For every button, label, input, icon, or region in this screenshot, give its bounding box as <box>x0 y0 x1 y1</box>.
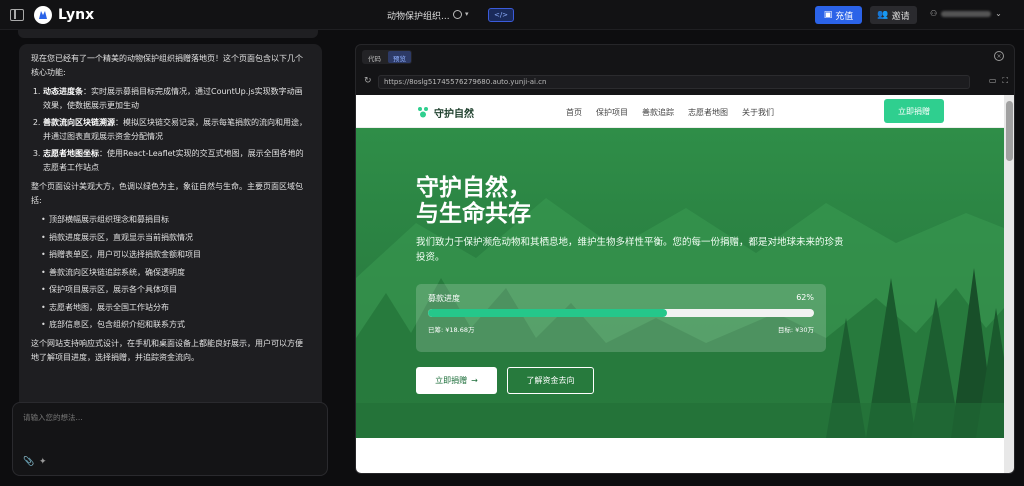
attach-icon[interactable]: 📎 <box>23 457 34 467</box>
hero-section: 守护自然， 与生命共存 我们致力于保护濒危动物和其栖息地，维护生物多样性平衡。您… <box>356 128 1004 438</box>
code-view-button[interactable]: </> <box>488 8 514 22</box>
site-nav: 守护自然 首页 保护项目 善款追踪 志愿者地图 关于我们 立即捐赠 <box>356 95 1004 128</box>
nav-link-volunteer-map[interactable]: 志愿者地图 <box>688 107 728 118</box>
invite-button[interactable]: 👥 邀请 <box>870 6 917 24</box>
user-icon: ⚇ <box>930 9 938 18</box>
nav-link-about[interactable]: 关于我们 <box>742 107 774 118</box>
list-item: 底部信息区，包含组织介绍和联系方式 <box>41 318 310 332</box>
tab-preview[interactable]: 预览 <box>388 51 411 63</box>
donate-now-nav-button[interactable]: 立即捐赠 <box>884 99 944 123</box>
reload-icon[interactable]: ↻ <box>364 76 372 86</box>
paw-icon <box>418 107 428 118</box>
donate-now-button[interactable]: 立即捐赠 → <box>416 367 497 394</box>
brand-name: Lynx <box>58 6 95 23</box>
list-item: 善款流向区块链溯源：模拟区块链交易记录，展示每笔捐款的流向和用途，并通过图表直观… <box>43 116 310 144</box>
assistant-message: 现在您已经有了一个精美的动物保护组织捐赠落地页！这个页面包含以下几个核心功能: … <box>19 44 322 420</box>
feature-title: 志愿者地图坐标 <box>43 149 99 158</box>
recharge-label: 充值 <box>835 11 854 22</box>
chat-panel: 现在您已经有了一个精美的动物保护组织捐赠落地页！这个页面包含以下几个核心功能: … <box>0 30 340 486</box>
goal-amount: 目标: ¥30万 <box>777 326 814 334</box>
nav-link-tracking[interactable]: 善款追踪 <box>642 107 674 118</box>
progress-track <box>428 309 814 317</box>
invite-label: 邀请 <box>891 11 910 22</box>
section-list: 顶部横幅展示组织理念和募捐目标 捐款进度展示区，直观显示当前捐款情况 捐赠表单区… <box>31 213 310 332</box>
user-menu[interactable]: ⚇ ⌄ <box>930 9 1002 18</box>
url-bar[interactable]: https://8oslg51745576279680.auto.yunji-a… <box>378 75 970 89</box>
preview-scrollbar[interactable] <box>1004 95 1014 473</box>
previous-message-edge <box>18 30 318 38</box>
list-item: 捐赠表单区，用户可以选择捐款金额和项目 <box>41 248 310 262</box>
progress-percent: 62% <box>796 293 814 302</box>
list-item: 志愿者地图坐标：使用React-Leaflet实现的交互式地图，展示全国各地的志… <box>43 147 310 175</box>
feature-title: 善款流向区块链溯源 <box>43 118 115 127</box>
nav-link-projects[interactable]: 保护项目 <box>596 107 628 118</box>
sidebar-toggle-icon[interactable] <box>10 8 24 21</box>
website-preview: 守护自然 首页 保护项目 善款追踪 志愿者地图 关于我们 立即捐赠 守护自然， … <box>356 95 1004 473</box>
wallet-icon: ▣ <box>823 10 833 20</box>
preview-panel: 代码 预览 × ↻ https://8oslg51745576279680.au… <box>355 44 1015 474</box>
donation-progress-card: 募款进度 62% 已筹: ¥18.68万 目标: ¥30万 <box>416 284 826 352</box>
raised-amount: 已筹: ¥18.68万 <box>428 326 475 334</box>
hero-title-line2: 与生命共存 <box>416 201 531 227</box>
url-row: ↻ https://8oslg51745576279680.auto.yunji… <box>356 72 1014 92</box>
lynx-logo <box>34 5 52 24</box>
list-item: 捐款进度展示区，直观显示当前捐款情况 <box>41 231 310 245</box>
message-closing: 这个网站支持响应式设计，在手机和桌面设备上都能良好展示，用户可以方便地了解项目进… <box>31 339 303 362</box>
scrollbar-thumb[interactable] <box>1006 101 1013 161</box>
site-nav-links: 首页 保护项目 善款追踪 志愿者地图 关于我们 <box>566 107 774 118</box>
chevron-down-icon[interactable]: ▾ <box>465 10 469 18</box>
list-item: 保护项目展示区，展示各个具体项目 <box>41 283 310 297</box>
project-title[interactable]: 动物保护组织... <box>387 9 450 22</box>
top-bar: Lynx 动物保护组织... ▾ </> ▣ 充值 👥 邀请 ⚇ ⌄ <box>0 0 1024 30</box>
donate-now-label: 立即捐赠 <box>435 376 468 385</box>
message-summary: 整个页面设计美观大方，色调以绿色为主，象征自然与生命。主要页面区域包括: <box>31 182 303 205</box>
feature-title: 动态进度条 <box>43 87 83 96</box>
fullscreen-icon[interactable]: ⛶ <box>1002 76 1008 86</box>
progress-label: 募款进度 <box>428 294 460 303</box>
chat-input-placeholder: 请输入您的想法... <box>23 413 83 422</box>
site-logo-text[interactable]: 守护自然 <box>434 105 474 120</box>
users-icon: 👥 <box>877 10 889 20</box>
list-item: 善款流向区块链追踪系统，确保透明度 <box>41 266 310 280</box>
close-icon[interactable]: × <box>994 51 1004 61</box>
lynx-logo-icon <box>39 10 47 19</box>
url-actions: ▭ ⛶ <box>989 76 1008 86</box>
hero-description: 我们致力于保护濒危动物和其栖息地，维护生物多样性平衡。您的每一份捐赠，都是对地球… <box>416 237 844 263</box>
learn-funds-button[interactable]: 了解资金去向 <box>507 367 594 394</box>
view-tabs: 代码 预览 <box>362 50 412 64</box>
tab-code[interactable]: 代码 <box>363 51 386 63</box>
chevron-down-icon: ⌄ <box>995 9 1002 18</box>
list-item: 动态进度条：实时展示募捐目标完成情况，通过CountUp.js实现数字动画效果，… <box>43 85 310 113</box>
progress-fill <box>428 309 668 317</box>
code-icon: </> <box>493 11 509 19</box>
chat-input[interactable]: 请输入您的想法... 📎 ✦ <box>12 402 328 476</box>
sparkle-icon[interactable]: ✦ <box>39 457 47 467</box>
device-toggle-icon[interactable]: ▭ <box>989 76 997 86</box>
globe-icon[interactable] <box>453 10 462 19</box>
recharge-button[interactable]: ▣ 充值 <box>815 6 862 24</box>
arrow-right-icon: → <box>471 376 478 385</box>
feature-list: 动态进度条：实时展示募捐目标完成情况，通过CountUp.js实现数字动画效果，… <box>31 85 310 175</box>
message-intro: 现在您已经有了一个精美的动物保护组织捐赠落地页！这个页面包含以下几个核心功能: <box>31 54 303 77</box>
list-item: 志愿者地图，展示全国工作站分布 <box>41 301 310 315</box>
username-redacted <box>941 10 992 17</box>
nav-link-home[interactable]: 首页 <box>566 107 582 118</box>
list-item: 顶部横幅展示组织理念和募捐目标 <box>41 213 310 227</box>
